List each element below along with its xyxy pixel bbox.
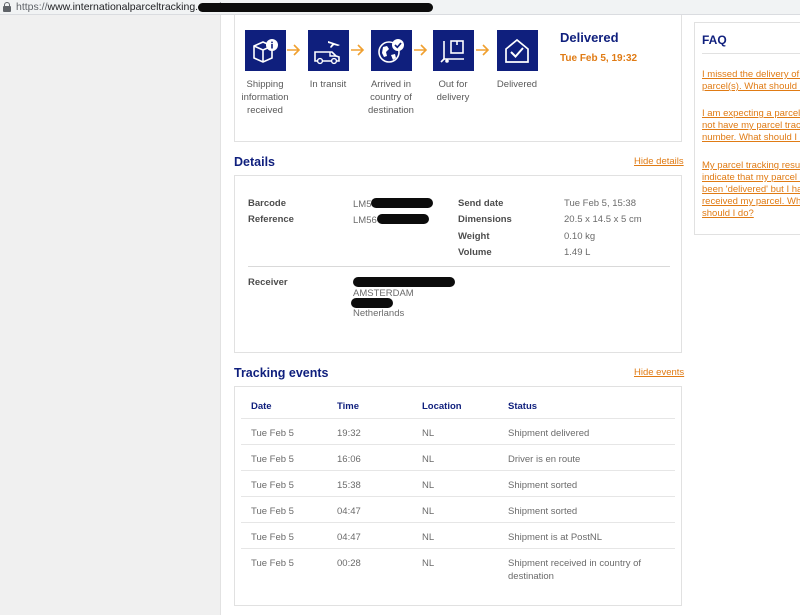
column-header-time: Time (337, 401, 360, 412)
event-location: NL (422, 454, 435, 465)
step-arrived-destination: Arrived in country of destination (361, 30, 421, 117)
redaction-mark (353, 277, 455, 287)
house-check-icon (496, 30, 538, 71)
dimensions-label: Dimensions (458, 214, 512, 225)
event-time: 04:47 (337, 532, 361, 543)
barcode-value: LM5 (353, 198, 434, 210)
receiver-label: Receiver (248, 277, 288, 288)
hide-events-link[interactable]: Hide events (634, 367, 684, 378)
event-location: NL (422, 506, 435, 517)
faq-question-no-tracking-number[interactable]: I am expecting a parcel b not have my pa… (702, 108, 800, 144)
tracking-events-card: Date Time Location Status Tue Feb 5 19:3… (234, 386, 682, 606)
event-date: Tue Feb 5 (251, 480, 294, 491)
event-status: Shipment delivered (508, 428, 590, 439)
event-date: Tue Feb 5 (251, 454, 294, 465)
step-in-transit: In transit (298, 30, 358, 91)
event-time: 16:06 (337, 454, 361, 465)
hide-details-link[interactable]: Hide details (634, 156, 684, 167)
faq-divider (702, 53, 800, 54)
browser-address-bar[interactable]: https://www.internationalparceltracking.… (0, 0, 800, 15)
step-label: In transit (309, 79, 347, 90)
event-status: Shipment sorted (508, 480, 578, 491)
step-label: Out for delivery (436, 79, 470, 103)
details-divider (248, 266, 670, 267)
column-header-status: Status (508, 401, 538, 412)
box-dolly-icon (432, 30, 474, 71)
dimensions-value: 20.5 x 14.5 x 5 cm (564, 214, 642, 225)
reference-label: Reference (248, 214, 294, 225)
table-row: Tue Feb 5 00:28 NL Shipment received in … (241, 548, 675, 588)
globe-check-icon (370, 30, 412, 71)
left-margin (0, 15, 221, 615)
step-label: Delivered (496, 79, 538, 90)
delivery-status-title: Delivered (560, 30, 619, 45)
event-date: Tue Feb 5 (251, 506, 294, 517)
send-date-value: Tue Feb 5, 15:38 (564, 198, 637, 209)
volume-value: 1.49 L (564, 247, 591, 258)
faq-question-not-received[interactable]: My parcel tracking results indicate that… (702, 160, 800, 220)
barcode-label: Barcode (248, 198, 287, 209)
table-row: Tue Feb 5 19:32 NL Shipment delivered (241, 418, 675, 444)
plane-van-icon (307, 30, 349, 71)
column-header-location: Location (422, 401, 462, 412)
reference-value: LM56 (353, 214, 429, 226)
event-location: NL (422, 480, 435, 491)
event-date: Tue Feb 5 (251, 428, 294, 439)
faq-question-missed-delivery[interactable]: I missed the delivery of m parcel(s). Wh… (702, 69, 800, 93)
event-date: Tue Feb 5 (251, 558, 294, 569)
event-status: Driver is en route (508, 454, 581, 465)
table-row: Tue Feb 5 16:06 NL Driver is en route (241, 444, 675, 470)
weight-label: Weight (458, 231, 490, 242)
event-time: 15:38 (337, 480, 361, 491)
event-status: Shipment received in country of destinat… (508, 558, 642, 582)
volume-label: Volume (458, 247, 492, 258)
event-time: 00:28 (337, 558, 361, 569)
send-date-label: Send date (458, 198, 504, 209)
step-label: Arrived in country of destination (368, 79, 414, 116)
event-status: Shipment is at PostNL (508, 532, 602, 543)
delivery-time: Tue Feb 5, 19:32 (560, 53, 638, 64)
event-location: NL (422, 428, 435, 439)
step-delivered: Delivered (487, 30, 547, 91)
status-card: Shipping information received In transit (234, 15, 682, 142)
faq-panel: FAQ I missed the delivery of m parcel(s)… (694, 22, 800, 235)
weight-value: 0.10 kg (564, 231, 596, 242)
redaction-mark (198, 3, 433, 12)
table-row: Tue Feb 5 04:47 NL Shipment is at PostNL (241, 522, 675, 548)
tracking-events-heading: Tracking events (234, 366, 329, 380)
redaction-mark (351, 298, 393, 308)
event-location: NL (422, 558, 435, 569)
step-out-for-delivery: Out for delivery (423, 30, 483, 104)
table-row: Tue Feb 5 15:38 NL Shipment sorted (241, 470, 675, 496)
column-header-date: Date (251, 401, 272, 412)
details-card: Barcode LM5 Reference LM56 Send date Tue… (234, 175, 682, 353)
event-time: 19:32 (337, 428, 361, 439)
receiver-country: Netherlands (353, 308, 405, 319)
faq-heading: FAQ (702, 33, 727, 47)
table-row: Tue Feb 5 04:47 NL Shipment sorted (241, 496, 675, 522)
step-label: Shipping information received (241, 79, 289, 116)
parcel-info-icon (244, 30, 286, 71)
details-heading: Details (234, 155, 275, 169)
lock-icon (3, 2, 11, 12)
event-date: Tue Feb 5 (251, 532, 294, 543)
event-time: 04:47 (337, 506, 361, 517)
event-status: Shipment sorted (508, 506, 578, 517)
url-text[interactable]: https://www.internationalparceltracking.… (16, 1, 221, 13)
event-location: NL (422, 532, 435, 543)
